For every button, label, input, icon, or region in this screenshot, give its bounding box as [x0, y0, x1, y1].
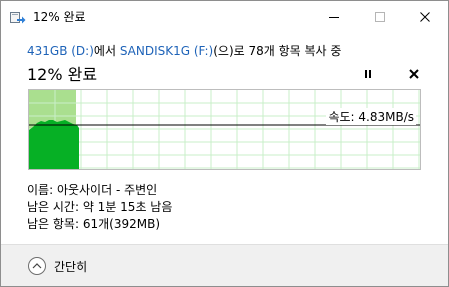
source-link[interactable]: 431GB (D:) [27, 44, 94, 58]
time-remaining: 남은 시간: 약 1분 15초 남음 [27, 200, 173, 214]
close-icon [420, 7, 430, 26]
throughput-area [29, 120, 79, 169]
action-text: (으)로 78개 항목 복사 중 [213, 44, 342, 58]
transfer-graph: 속도: 4.83MB/s [28, 89, 421, 170]
window-title: 12% 완료 [33, 10, 86, 24]
close-button[interactable] [402, 1, 448, 31]
title-bar[interactable]: 12% 완료 [1, 1, 448, 31]
dialog-footer: 간단히 [1, 244, 448, 286]
pause-button[interactable] [359, 64, 377, 82]
cancel-x-icon [409, 64, 419, 83]
from-text: 에서 [93, 44, 120, 58]
graph-grid [29, 90, 420, 169]
progress-title: 12% 완료 [27, 65, 98, 84]
maximize-button[interactable] [357, 1, 403, 31]
fewer-details-button[interactable]: 간단히 [28, 256, 87, 276]
maximize-icon [375, 7, 385, 26]
item-name: 이름: 아웃사이더 - 주변인 [27, 183, 158, 197]
minimize-icon [329, 7, 339, 26]
transfer-graph-canvas [29, 90, 420, 169]
pause-icon [363, 64, 373, 83]
fewer-details-label: 간단히 [54, 259, 88, 274]
copy-arrow-icon [10, 10, 26, 24]
copy-route: 431GB (D:)에서 SANDISK1G (F:)(으)로 78개 항목 복… [27, 42, 341, 59]
cancel-button[interactable] [405, 64, 423, 82]
items-remaining: 남은 항목: 61개(392MB) [27, 217, 160, 231]
destination-link[interactable]: SANDISK1G (F:) [120, 44, 213, 58]
minimize-button[interactable] [311, 1, 357, 31]
chevron-up-icon [28, 257, 46, 275]
speed-readout: 속도: 4.83MB/s [326, 108, 416, 125]
copy-progress-dialog: 12% 완료 431GB (D:)에서 SANDISK1G (F:)(으)로 7… [0, 0, 449, 287]
